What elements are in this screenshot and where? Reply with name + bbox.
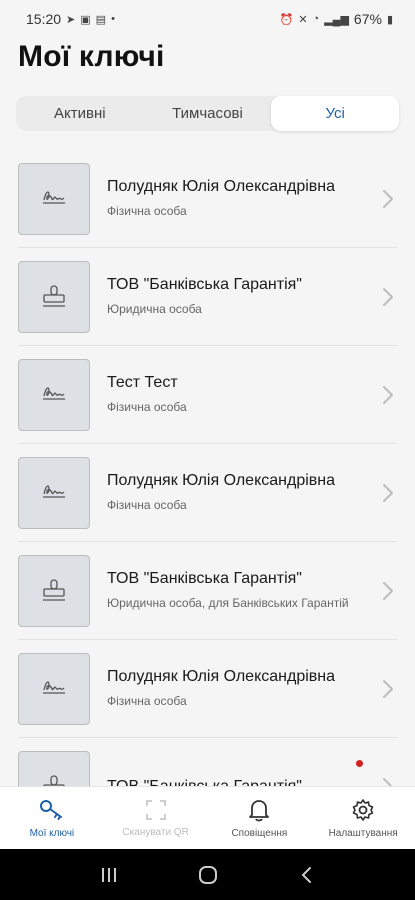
back-icon[interactable] [298, 865, 316, 885]
key-icon [39, 799, 62, 820]
signature-icon [42, 386, 66, 400]
key-text: Тест Тест Фізична особа [107, 373, 373, 416]
key-text: Полудняк Юлія Олександрівна Фізична особ… [107, 667, 373, 710]
settings-icon [352, 798, 374, 821]
chevron-right-icon [383, 189, 393, 208]
unread-dot [356, 760, 363, 767]
nav-label: Сповіщення [231, 827, 288, 839]
telegram-icon: ➤ [66, 13, 76, 26]
key-item[interactable]: Полудняк Юлія Олександрівна Фізична особ… [18, 640, 397, 738]
key-item[interactable]: Полудняк Юлія Олександрівна Фізична особ… [18, 444, 397, 542]
status-right: ⏰ ✕ ◔ ▂▄▆ 67% ▮ [280, 11, 393, 27]
stamp-icon [42, 578, 66, 601]
key-subtitle: Фізична особа [107, 498, 187, 512]
signal-icon: ▂▄▆ [324, 13, 349, 26]
key-subtitle: Фізична особа [107, 204, 187, 218]
notification-icon: ▣ [80, 13, 91, 26]
chevron-right-icon [383, 385, 393, 404]
qr-scan-icon [145, 799, 166, 820]
nav-label: Сканувати QR [122, 826, 189, 838]
nav-label: Налаштування [328, 827, 398, 839]
key-title: ТОВ "Банківська Гарантія" [107, 276, 302, 293]
key-subtitle: Фізична особа [107, 694, 187, 708]
page-title: Мої ключі [18, 40, 165, 73]
calendar-icon: ▤ [95, 13, 107, 26]
wifi-icon: ◔ [312, 13, 320, 25]
key-item[interactable]: Полудняк Юлія Олександрівна Фізична особ… [18, 150, 397, 248]
tab-temporary[interactable]: Тимчасові [144, 96, 272, 131]
key-thumbnail [18, 652, 90, 725]
key-text: Полудняк Юлія Олександрівна Фізична особ… [107, 471, 373, 514]
key-title: Полудняк Юлія Олександрівна [107, 178, 336, 195]
key-subtitle: Фізична особа [107, 400, 187, 414]
nav-scan-qr[interactable]: Сканувати QR [104, 787, 208, 849]
key-title: ТОВ "Банківська Гарантія" [107, 777, 302, 787]
chevron-right-icon [383, 679, 393, 698]
signature-icon [42, 484, 66, 498]
key-thumbnail [18, 162, 90, 235]
key-subtitle: Юридична особа, для Банківських Гарантій [107, 596, 349, 610]
tab-active[interactable]: Активні [16, 96, 144, 131]
battery-level: 67% [353, 11, 382, 27]
keys-list: Полудняк Юлія Олександрівна Фізична особ… [0, 150, 415, 786]
home-icon[interactable] [197, 864, 219, 886]
chevron-right-icon [383, 777, 393, 786]
status-bar: 15:20 ➤ ▣ ▤ • ⏰ ✕ ◔ ▂▄▆ 67% ▮ [0, 0, 415, 38]
signature-icon [42, 680, 66, 694]
key-subtitle: Юридична особа [107, 302, 202, 316]
chevron-right-icon [383, 483, 393, 502]
key-item[interactable]: ТОВ "Банківська Гарантія" Юридична особа [18, 248, 397, 346]
status-left: 15:20 ➤ ▣ ▤ • [26, 11, 115, 27]
key-text: ТОВ "Банківська Гарантія" Юридична особа [107, 275, 373, 318]
system-navigation-bar [0, 849, 415, 900]
status-time: 15:20 [26, 11, 62, 27]
tab-all[interactable]: Усі [271, 96, 400, 131]
key-text: Полудняк Юлія Олександрівна Фізична особ… [107, 177, 373, 220]
chevron-right-icon [383, 287, 393, 306]
recent-apps-icon[interactable] [99, 866, 119, 884]
dot-icon: • [111, 13, 115, 25]
nav-settings[interactable]: Налаштування [311, 787, 415, 849]
mute-icon: ✕ [298, 13, 308, 26]
key-text: ТОВ "Банківська Гарантія" Юридична особа… [107, 569, 373, 612]
stamp-icon [42, 284, 66, 307]
chevron-right-icon [383, 581, 393, 600]
key-title: Полудняк Юлія Олександрівна [107, 668, 336, 685]
bottom-nav: Мої ключі Сканувати QR Сповіщення Налашт… [0, 786, 415, 849]
signature-icon [42, 190, 66, 204]
key-filter-tabs: Активні Тимчасові Усі [16, 96, 400, 131]
battery-icon: ▮ [386, 13, 393, 26]
nav-my-keys[interactable]: Мої ключі [0, 787, 104, 849]
key-thumbnail [18, 456, 90, 529]
nav-notifications[interactable]: Сповіщення [208, 787, 312, 849]
key-item[interactable]: ТОВ "Банківська Гарантія" [18, 738, 397, 786]
nav-label: Мої ключі [29, 827, 75, 839]
alarm-icon: ⏰ [279, 13, 294, 26]
bell-icon [249, 799, 270, 821]
key-title: ТОВ "Банківська Гарантія" [107, 570, 302, 587]
key-item[interactable]: ТОВ "Банківська Гарантія" Юридична особа… [18, 542, 397, 640]
key-text: ТОВ "Банківська Гарантія" [107, 777, 373, 787]
key-thumbnail [18, 260, 90, 333]
key-item[interactable]: Тест Тест Фізична особа [18, 346, 397, 444]
key-thumbnail [18, 358, 90, 431]
key-thumbnail [18, 554, 90, 627]
stamp-icon [42, 774, 66, 786]
key-title: Полудняк Юлія Олександрівна [107, 472, 336, 489]
key-thumbnail [18, 750, 90, 786]
key-title: Тест Тест [107, 374, 178, 391]
